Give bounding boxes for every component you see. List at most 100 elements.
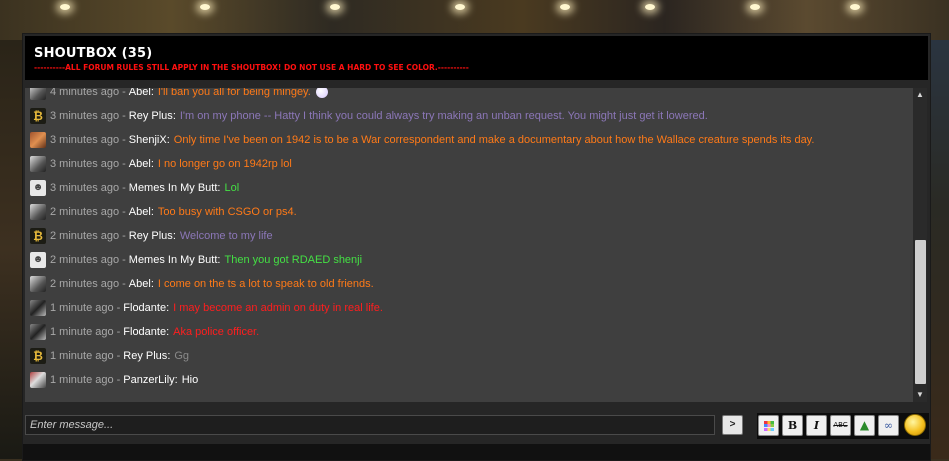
chat-message: ₿ 2 minutes ago - Rey Plus: Welcome to my li… xyxy=(30,226,910,246)
message-timestamp: 1 minute ago xyxy=(50,374,114,386)
username-colon: : xyxy=(172,110,176,122)
abel-avatar[interactable] xyxy=(30,204,46,220)
memes-avatar[interactable]: ☻ xyxy=(30,252,46,268)
chat-message: ₿ 1 minute ago - Rey Plus: Gg xyxy=(30,346,910,366)
message-username[interactable]: Abel xyxy=(129,206,151,218)
username-colon: : xyxy=(172,230,176,242)
message-username[interactable]: Flodante xyxy=(123,326,166,338)
message-text: Only time I've been on 1942 is to be a W… xyxy=(173,134,815,146)
chat-message: 1 minute ago - Flodante: I may become an ad… xyxy=(30,298,910,318)
message-username[interactable]: Rey Plus xyxy=(129,110,173,122)
message-separator: - xyxy=(122,254,126,266)
panel-footer xyxy=(23,444,930,460)
shenji-avatar[interactable] xyxy=(30,132,46,148)
message-timestamp: 3 minutes ago xyxy=(50,134,120,146)
bold-button[interactable]: B xyxy=(782,415,803,436)
scroll-thumb[interactable] xyxy=(915,240,926,384)
shoutbox-rules-notice: ----------ALL FORUM RULES STILL APPLY IN… xyxy=(34,63,469,72)
abel-avatar[interactable] xyxy=(30,156,46,172)
emoji-icon xyxy=(315,88,328,98)
lamp-glow xyxy=(560,4,570,10)
flodante-avatar[interactable] xyxy=(30,300,46,316)
chat-message: ₿ 3 minutes ago - Rey Plus: I'm on my phone … xyxy=(30,106,910,126)
chat-message: ☻ 3 minutes ago - Memes In My Butt: Lol xyxy=(30,178,910,198)
message-username[interactable]: Rey Plus xyxy=(123,350,167,362)
shoutbox-header: SHOUTBOX (35) ----------ALL FORUM RULES … xyxy=(25,36,928,80)
username-colon: : xyxy=(150,278,154,290)
message-timestamp: 1 minute ago xyxy=(50,302,114,314)
username-colon: : xyxy=(166,302,170,314)
message-separator: - xyxy=(116,374,121,386)
message-separator: - xyxy=(122,206,126,218)
chat-message: 3 minutes ago - ShenjiX: Only time I've bee… xyxy=(30,130,910,150)
lamp-glow xyxy=(455,4,465,10)
message-text: I'll ban you all for being mingey. xyxy=(157,88,311,98)
message-text: I no longer go on 1942rp lol xyxy=(157,158,292,170)
send-button[interactable]: > xyxy=(722,415,743,435)
message-username[interactable]: Abel xyxy=(129,158,151,170)
message-username[interactable]: ShenjiX xyxy=(129,134,167,146)
message-timestamp: 1 minute ago xyxy=(50,326,114,338)
message-username[interactable]: Abel xyxy=(129,278,151,290)
scroll-up-arrow-icon[interactable]: ▲ xyxy=(913,88,927,102)
formatting-toolbar: B I ABC ▲ ∞ ☺ xyxy=(757,413,929,439)
chat-message: 1 minute ago - PanzerLily: Hio xyxy=(30,370,910,390)
message-timestamp: 1 minute ago xyxy=(50,350,114,362)
message-timestamp: 4 minutes ago xyxy=(50,88,120,98)
memes-avatar[interactable]: ☻ xyxy=(30,180,46,196)
rey-avatar[interactable]: ₿ xyxy=(30,348,46,364)
username-colon: : xyxy=(217,182,221,194)
message-text: Lol xyxy=(224,182,240,194)
username-colon: : xyxy=(150,158,154,170)
message-input[interactable] xyxy=(25,415,715,435)
message-username[interactable]: Abel xyxy=(129,88,151,98)
lamp-glow xyxy=(200,4,210,10)
color-grid-icon[interactable] xyxy=(758,415,779,436)
chat-message: 2 minutes ago - Abel: I come on the ts a lo… xyxy=(30,274,910,294)
chat-message: 3 minutes ago - Abel: I no longer go on 194… xyxy=(30,154,910,174)
abel-avatar[interactable] xyxy=(30,88,46,100)
chat-message: 4 minutes ago - Abel: I'll ban you all for … xyxy=(30,88,910,102)
username-colon: : xyxy=(174,374,178,386)
username-colon: : xyxy=(167,350,171,362)
chat-scrollbar[interactable]: ▲ ▼ xyxy=(913,88,927,402)
lamp-glow xyxy=(750,4,760,10)
message-timestamp: 2 minutes ago xyxy=(50,254,120,266)
message-separator: - xyxy=(122,230,126,242)
background-left xyxy=(0,40,22,459)
link-icon[interactable]: ∞ xyxy=(878,415,899,436)
message-timestamp: 3 minutes ago xyxy=(50,110,120,122)
username-colon: : xyxy=(217,254,221,266)
username-colon: : xyxy=(166,134,170,146)
message-separator: - xyxy=(122,88,126,98)
message-text: Welcome to my life xyxy=(179,230,273,242)
message-separator: - xyxy=(122,110,126,122)
strikethrough-button[interactable]: ABC xyxy=(830,415,851,436)
message-text: I come on the ts a lot to speak to old f… xyxy=(157,278,374,290)
chat-message: 2 minutes ago - Abel: Too busy with CSGO or… xyxy=(30,202,910,222)
scroll-down-arrow-icon[interactable]: ▼ xyxy=(913,388,927,402)
message-username[interactable]: PanzerLily xyxy=(123,374,174,386)
chat-message: ☻ 2 minutes ago - Memes In My Butt: Then you… xyxy=(30,250,910,270)
message-username[interactable]: Flodante xyxy=(123,302,166,314)
panzer-avatar[interactable] xyxy=(30,372,46,388)
message-username[interactable]: Memes In My Butt xyxy=(129,182,218,194)
shoutbox-title: SHOUTBOX (35) xyxy=(34,46,153,61)
message-text: I'm on my phone -- Hatty I think you cou… xyxy=(179,110,708,122)
message-separator: - xyxy=(116,302,121,314)
message-text: Gg xyxy=(174,350,190,362)
smiley-icon[interactable]: ☺ xyxy=(904,414,926,436)
rey-avatar[interactable]: ₿ xyxy=(30,108,46,124)
image-icon[interactable]: ▲ xyxy=(854,415,875,436)
abel-avatar[interactable] xyxy=(30,276,46,292)
chat-messages: 4 minutes ago - Abel: I'll ban you all for … xyxy=(25,88,913,402)
italic-button[interactable]: I xyxy=(806,415,827,436)
chat-message: 1 minute ago - Flodante: Aka police officer… xyxy=(30,322,910,342)
message-separator: - xyxy=(116,326,121,338)
message-username[interactable]: Rey Plus xyxy=(129,230,173,242)
shoutbox-panel: SHOUTBOX (35) ----------ALL FORUM RULES … xyxy=(22,33,931,461)
flodante-avatar[interactable] xyxy=(30,324,46,340)
rey-avatar[interactable]: ₿ xyxy=(30,228,46,244)
message-username[interactable]: Memes In My Butt xyxy=(129,254,218,266)
message-text: Hio xyxy=(181,374,199,386)
